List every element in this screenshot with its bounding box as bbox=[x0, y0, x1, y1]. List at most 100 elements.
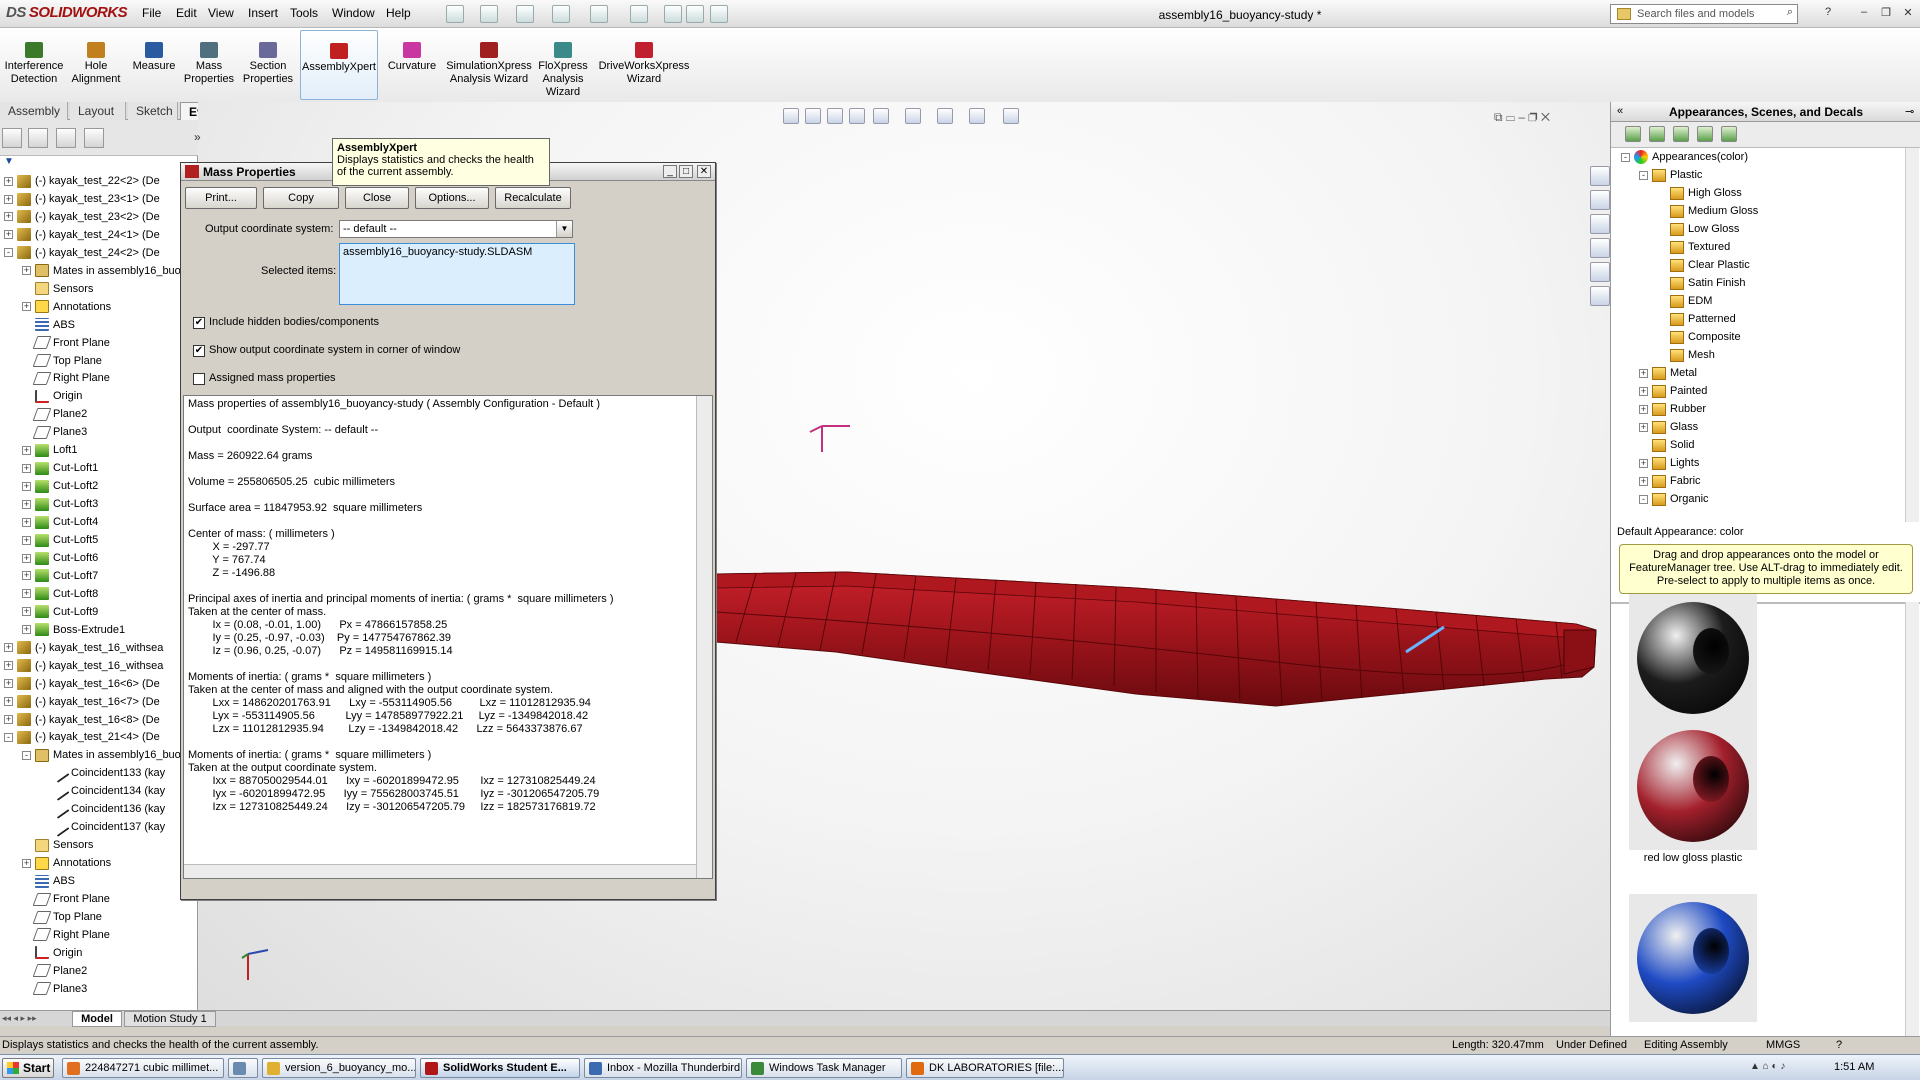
close-button[interactable]: Close bbox=[345, 187, 409, 209]
display-manager-tab-icon[interactable] bbox=[84, 128, 104, 148]
tree-item[interactable]: Coincident137 (kay bbox=[40, 817, 165, 837]
taskbar-item[interactable] bbox=[228, 1058, 258, 1078]
tree-item[interactable]: Coincident133 (kay bbox=[40, 764, 165, 783]
dialog-minimize-button[interactable]: _ bbox=[663, 165, 677, 178]
tree-item[interactable]: + Boss-Extrude1 bbox=[22, 621, 125, 639]
tree-item[interactable]: Plane3 bbox=[22, 980, 87, 998]
help-icon[interactable]: ? bbox=[1820, 6, 1836, 20]
tree-item[interactable]: Coincident134 (kay bbox=[40, 782, 165, 801]
cmd-simulationxpress-button[interactable]: SimulationXpress Analysis Wizard bbox=[446, 30, 532, 100]
tree-item[interactable]: Sensors bbox=[22, 836, 93, 854]
up-folder-icon[interactable] bbox=[1673, 126, 1689, 142]
tree-item[interactable]: + Cut-Loft6 bbox=[22, 549, 98, 567]
tree-item[interactable]: + (-) kayak_test_16_withsea bbox=[4, 657, 163, 675]
new-document-icon[interactable] bbox=[446, 5, 464, 23]
property-manager-tab-icon[interactable] bbox=[28, 128, 48, 148]
save-icon[interactable] bbox=[516, 5, 534, 23]
display-style-icon[interactable] bbox=[905, 108, 921, 124]
expand-icon[interactable]: + bbox=[22, 445, 31, 455]
search-icon[interactable]: ⌕ bbox=[1782, 6, 1798, 20]
tree-item[interactable]: ABS bbox=[22, 872, 75, 890]
tab-sketch[interactable]: Sketch bbox=[128, 102, 178, 120]
appearances-tree-scrollbar[interactable] bbox=[1905, 148, 1919, 522]
mass-properties-results[interactable]: Mass properties of assembly16_buoyancy-s… bbox=[183, 395, 713, 879]
collapse-icon[interactable]: - bbox=[1621, 152, 1630, 162]
coordinate-system-select[interactable]: -- default -- ▼ bbox=[339, 220, 573, 238]
appearance-folder[interactable]: Textured bbox=[1657, 238, 1730, 256]
start-button[interactable]: Start bbox=[2, 1058, 54, 1078]
tree-item[interactable]: Sensors bbox=[22, 280, 93, 298]
menu-insert[interactable]: Insert bbox=[248, 6, 278, 20]
tree-item[interactable]: Origin bbox=[22, 944, 82, 962]
tree-item[interactable]: + Annotations bbox=[22, 298, 111, 316]
appearance-folder[interactable]: EDM bbox=[1657, 292, 1712, 310]
view-palette-icon[interactable] bbox=[1590, 238, 1610, 258]
units-selector[interactable]: MMGS bbox=[1766, 1039, 1800, 1051]
viewport-window-controls[interactable]: ⧉ ▭ – ❐ ✕ bbox=[1494, 110, 1550, 125]
expand-icon[interactable]: + bbox=[4, 679, 13, 689]
view-orientation-icon[interactable] bbox=[873, 108, 889, 124]
menu-edit[interactable]: Edit bbox=[176, 6, 197, 20]
checkbox-2[interactable]: ✔ bbox=[193, 345, 205, 357]
tree-item[interactable]: + (-) kayak_test_24<1> (De bbox=[4, 226, 160, 244]
custom-properties-icon[interactable] bbox=[1590, 286, 1610, 306]
expand-icon[interactable]: + bbox=[4, 176, 13, 186]
taskbar-item[interactable]: Windows Task Manager bbox=[746, 1058, 902, 1078]
expand-icon[interactable]: + bbox=[4, 212, 13, 222]
tree-item[interactable]: ABS bbox=[22, 316, 75, 334]
tree-item[interactable]: Right Plane bbox=[22, 926, 110, 944]
kayak-hull-model[interactable] bbox=[716, 462, 1606, 722]
cmd-floxpress-button[interactable]: FloXpress Analysis Wizard bbox=[534, 30, 592, 100]
open-folder-icon[interactable] bbox=[480, 5, 498, 23]
menu-window[interactable]: Window bbox=[332, 6, 375, 20]
expand-icon[interactable]: + bbox=[4, 230, 13, 240]
expand-icon[interactable]: + bbox=[4, 715, 13, 725]
appearance-folder[interactable]: High Gloss bbox=[1657, 184, 1742, 202]
cmd-driveworksxpress-button[interactable]: DriveWorksXpress Wizard bbox=[592, 30, 696, 100]
expand-icon[interactable]: + bbox=[4, 697, 13, 707]
collapse-icon[interactable]: « bbox=[1617, 105, 1623, 117]
tree-item[interactable]: + Cut-Loft1 bbox=[22, 459, 98, 477]
tree-item[interactable]: Right Plane bbox=[22, 369, 110, 387]
tree-item[interactable]: - (-) kayak_test_21<4> (De bbox=[4, 728, 160, 746]
tree-item[interactable]: Plane2 bbox=[22, 962, 87, 980]
forward-icon[interactable] bbox=[1649, 126, 1665, 142]
expand-icon[interactable]: + bbox=[22, 625, 31, 635]
appearance-swatch[interactable] bbox=[1629, 894, 1757, 1024]
tree-item[interactable]: + (-) kayak_test_22<2> (De bbox=[4, 172, 160, 190]
print-icon[interactable] bbox=[552, 5, 570, 23]
appearance-swatch[interactable]: black low gloss plastic bbox=[1629, 594, 1757, 736]
expand-icon[interactable]: + bbox=[22, 589, 31, 599]
cmd-curvature-button[interactable]: Curvature bbox=[382, 30, 442, 100]
taskbar-item[interactable]: DK LABORATORIES [file:... bbox=[906, 1058, 1064, 1078]
zoom-to-fit-icon[interactable] bbox=[783, 108, 799, 124]
checkbox-1[interactable]: ✔ bbox=[193, 317, 205, 329]
tree-item[interactable]: Plane2 bbox=[22, 405, 87, 423]
refresh-icon[interactable] bbox=[1697, 126, 1713, 142]
collapse-icon[interactable]: - bbox=[1639, 494, 1648, 504]
appearances-icon[interactable] bbox=[1590, 262, 1610, 282]
appearance-folder[interactable]: - Plastic bbox=[1639, 166, 1702, 184]
tree-item[interactable]: + (-) kayak_test_16<6> (De bbox=[4, 675, 160, 693]
expand-icon[interactable]: + bbox=[22, 481, 31, 491]
restore-icon[interactable]: ❐ bbox=[1878, 6, 1894, 20]
close-icon[interactable]: ✕ bbox=[1900, 6, 1916, 20]
tree-item[interactable]: - (-) kayak_test_24<2> (De bbox=[4, 244, 160, 262]
tree-item[interactable]: + Cut-Loft2 bbox=[22, 477, 98, 495]
tree-item[interactable]: Top Plane bbox=[22, 908, 102, 926]
section-view-icon[interactable] bbox=[849, 108, 865, 124]
collapse-icon[interactable]: - bbox=[4, 733, 13, 743]
appearance-folder[interactable]: + Fabric bbox=[1639, 472, 1701, 490]
cmd-hole-alignment-button[interactable]: Hole Alignment bbox=[66, 30, 126, 100]
tree-item[interactable]: + (-) kayak_test_16_withsea bbox=[4, 639, 163, 657]
taskbar-item[interactable]: 224847271 cubic millimet... bbox=[62, 1058, 224, 1078]
appearance-folder[interactable]: + Painted bbox=[1639, 382, 1707, 400]
appearance-folder[interactable]: Medium Gloss bbox=[1657, 202, 1758, 220]
previous-view-icon[interactable] bbox=[827, 108, 843, 124]
appearance-folder[interactable]: Mesh bbox=[1657, 346, 1715, 364]
cmd-assemblyxpert-button[interactable]: AssemblyXpert bbox=[300, 30, 378, 100]
expand-icon[interactable]: + bbox=[1639, 458, 1648, 468]
appearance-folder[interactable]: Clear Plastic bbox=[1657, 256, 1750, 274]
expand-icon[interactable]: + bbox=[1639, 422, 1648, 432]
expand-icon[interactable]: + bbox=[22, 463, 31, 473]
